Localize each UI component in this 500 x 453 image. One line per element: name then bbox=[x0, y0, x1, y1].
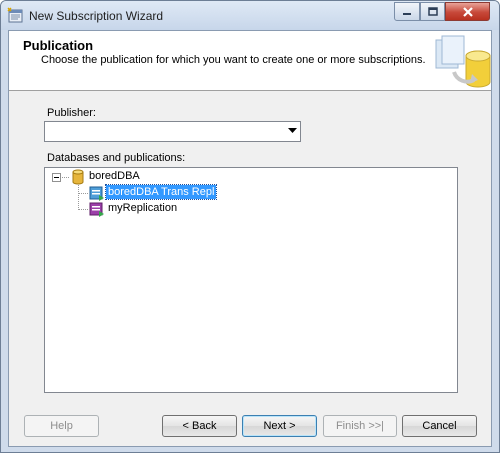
database-icon bbox=[72, 169, 84, 185]
next-button[interactable]: Next > bbox=[242, 415, 317, 437]
help-button[interactable]: Help bbox=[24, 415, 99, 437]
collapse-toggle[interactable] bbox=[52, 173, 61, 182]
page-subtitle: Choose the publication for which you wan… bbox=[41, 54, 426, 66]
wizard-header: Publication Choose the publication for w… bbox=[9, 31, 491, 91]
page-title: Publication bbox=[23, 38, 94, 53]
window-title: New Subscription Wizard bbox=[29, 9, 164, 23]
tree-connector bbox=[78, 209, 88, 210]
publisher-label: Publisher: bbox=[47, 107, 96, 119]
tree-node-database[interactable]: boredDBA bbox=[87, 169, 142, 183]
tree-connector bbox=[78, 193, 88, 194]
tree-connector bbox=[78, 185, 79, 210]
databases-publications-label: Databases and publications: bbox=[47, 152, 186, 164]
publications-tree[interactable]: boredDBA boredDBA Trans Repl myReplicati… bbox=[44, 167, 458, 393]
publication-wizard-icon bbox=[435, 35, 491, 88]
title-bar[interactable]: New Subscription Wizard bbox=[1, 1, 499, 30]
tree-connector bbox=[62, 177, 69, 178]
cancel-button[interactable]: Cancel bbox=[402, 415, 477, 437]
wizard-content: Publication Choose the publication for w… bbox=[8, 30, 492, 447]
wizard-window: New Subscription Wizard Publication Choo… bbox=[0, 0, 500, 453]
tree-node-publication[interactable]: myReplication bbox=[106, 201, 179, 215]
tree-node-publication-selected[interactable]: boredDBA Trans Repl bbox=[104, 184, 218, 200]
close-button[interactable] bbox=[445, 2, 490, 21]
transactional-publication-icon bbox=[89, 186, 104, 201]
maximize-button[interactable] bbox=[420, 2, 445, 21]
publisher-dropdown[interactable] bbox=[44, 121, 301, 142]
wizard-app-icon bbox=[7, 7, 23, 23]
finish-button[interactable]: Finish >>| bbox=[323, 415, 397, 437]
maximize-icon bbox=[427, 7, 438, 16]
merge-publication-icon bbox=[89, 202, 104, 217]
minimize-button[interactable] bbox=[394, 2, 420, 21]
back-button[interactable]: < Back bbox=[162, 415, 237, 437]
close-icon bbox=[462, 6, 473, 17]
minimize-icon bbox=[403, 12, 411, 15]
chevron-down-icon bbox=[288, 128, 297, 133]
